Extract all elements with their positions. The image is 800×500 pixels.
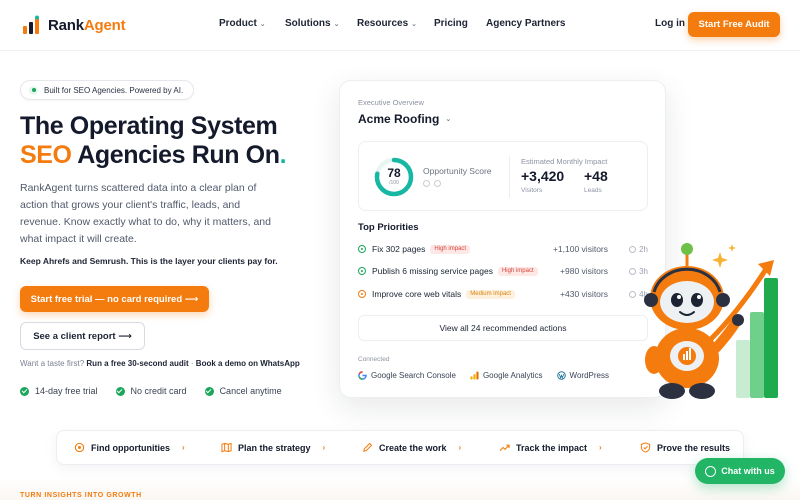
target-icon bbox=[358, 267, 366, 275]
integration-wordpress[interactable]: WordPress bbox=[556, 371, 609, 380]
google-icon bbox=[358, 371, 367, 380]
dashboard-card: Executive Overview Acme Roofing ⌄ 78 /10… bbox=[339, 80, 666, 398]
wordpress-icon bbox=[556, 371, 566, 380]
clock-icon bbox=[629, 245, 637, 253]
chevron-down-icon: ⌄ bbox=[333, 20, 340, 28]
nav-agency-partners[interactable]: Agency Partners bbox=[486, 18, 565, 29]
robot-mascot-illustration bbox=[644, 243, 778, 399]
step-prove-results[interactable]: Prove the results bbox=[640, 442, 730, 453]
impact-label: Estimated Monthly Impact bbox=[521, 157, 608, 166]
priority-item[interactable]: Improve core web vitals Medium impact +4… bbox=[358, 286, 648, 302]
target-icon bbox=[358, 245, 366, 253]
trend-up-icon bbox=[499, 444, 510, 452]
check-circle-icon bbox=[204, 386, 214, 396]
target-icon bbox=[358, 290, 366, 298]
nav-product[interactable]: Product ⌄ bbox=[219, 18, 285, 29]
score-info-icons bbox=[423, 180, 441, 187]
start-free-trial-button[interactable]: Start free trial — no card required ⟶ bbox=[20, 286, 209, 312]
start-free-audit-button[interactable]: Start Free Audit bbox=[688, 12, 780, 37]
score-panel: 78 /100 Opportunity Score Estimated Mont… bbox=[358, 141, 648, 211]
target-icon bbox=[74, 442, 85, 453]
priority-visitors: +1,100 visitors bbox=[552, 244, 608, 254]
chevron-down-icon: ⌄ bbox=[259, 20, 266, 28]
nav-solutions[interactable]: Solutions ⌄ bbox=[285, 18, 357, 29]
taste-links: Want a taste first? Run a free 30-second… bbox=[20, 359, 300, 368]
priority-visitors: +430 visitors bbox=[560, 289, 608, 299]
logo-text: RankAgent bbox=[48, 16, 126, 34]
visitors-value: +3,420 bbox=[521, 168, 565, 184]
dashboard-eyebrow: Executive Overview bbox=[358, 98, 424, 107]
nav-resources[interactable]: Resources ⌄ bbox=[357, 18, 434, 29]
top-nav: RankAgent Product ⌄ Solutions ⌄ Resources ⌄… bbox=[0, 0, 800, 50]
sparkle-icon bbox=[29, 85, 38, 95]
chevron-down-icon: ⌄ bbox=[445, 116, 452, 123]
priority-item[interactable]: Fix 302 pages High impact +1,100 visitor… bbox=[358, 241, 648, 257]
step-track-impact[interactable]: Track the impact › bbox=[499, 442, 602, 453]
visitors-label: Visitors bbox=[521, 187, 543, 194]
trial-benefits: 14-day free trial No credit card Cancel … bbox=[20, 386, 282, 396]
step-find-opportunities[interactable]: Find opportunities › bbox=[74, 442, 185, 453]
free-audit-link[interactable]: Run a free 30-second audit bbox=[86, 359, 188, 368]
analytics-icon bbox=[470, 371, 479, 380]
hero-badge: Built for SEO Agencies. Powered by AI. bbox=[20, 80, 195, 100]
map-icon bbox=[221, 442, 232, 453]
chevron-down-icon: ⌄ bbox=[411, 20, 418, 28]
workflow-steps: Find opportunities › Plan the strategy › C… bbox=[56, 430, 744, 465]
login-link[interactable]: Log in bbox=[655, 18, 685, 29]
benefit-item: 14-day free trial bbox=[20, 386, 98, 396]
integration-analytics[interactable]: Google Analytics bbox=[470, 371, 543, 380]
benefit-item: No credit card bbox=[115, 386, 187, 396]
info-icon[interactable] bbox=[423, 180, 430, 187]
pencil-icon bbox=[363, 442, 373, 452]
shield-check-icon bbox=[640, 442, 651, 453]
step-plan-strategy[interactable]: Plan the strategy › bbox=[221, 442, 325, 453]
clock-icon bbox=[629, 290, 637, 298]
check-circle-icon bbox=[20, 386, 29, 396]
step-create-work[interactable]: Create the work › bbox=[362, 442, 461, 453]
opportunity-score-label: Opportunity Score bbox=[423, 166, 492, 176]
nav-pricing[interactable]: Pricing bbox=[434, 18, 486, 29]
nav-links: Product ⌄ Solutions ⌄ Resources ⌄ Pricing A… bbox=[219, 18, 565, 29]
impact-tag: High impact bbox=[497, 266, 538, 276]
check-circle-icon bbox=[115, 386, 125, 396]
see-client-report-button[interactable]: See a client report ⟶ bbox=[20, 322, 145, 350]
priorities-title: Top Priorities bbox=[358, 222, 419, 233]
book-demo-link[interactable]: Book a demo on WhatsApp bbox=[196, 359, 300, 368]
client-selector[interactable]: Acme Roofing ⌄ bbox=[358, 112, 451, 126]
leads-label: Leads bbox=[584, 187, 602, 194]
hero-headline: The Operating System SEO Agencies Run On… bbox=[20, 112, 287, 169]
logo-chart-icon bbox=[23, 15, 39, 34]
divider bbox=[509, 156, 510, 198]
benefit-item: Cancel anytime bbox=[204, 386, 282, 396]
impact-tag: High impact bbox=[430, 244, 471, 254]
priority-item[interactable]: Publish 6 missing service pages High imp… bbox=[358, 263, 648, 279]
info-icon[interactable] bbox=[434, 180, 441, 187]
integration-search-console[interactable]: Google Search Console bbox=[358, 371, 456, 380]
impact-tag: Medium impact bbox=[466, 289, 515, 299]
chat-with-us-button[interactable]: Chat with us bbox=[695, 458, 785, 484]
opportunity-score-max: /100 bbox=[389, 180, 399, 186]
nav-divider bbox=[0, 50, 800, 51]
hero-description: RankAgent turns scattered data into a cl… bbox=[20, 182, 271, 245]
hero-tagline: Keep Ahrefs and Semrush. This is the lay… bbox=[20, 256, 278, 266]
priority-visitors: +980 visitors bbox=[560, 266, 608, 276]
view-all-actions-button[interactable]: View all 24 recommended actions bbox=[358, 315, 648, 341]
integrations-list: Google Search Console Google Analytics W… bbox=[358, 371, 609, 380]
opportunity-score-value: 78 bbox=[387, 166, 401, 180]
connected-label: Connected bbox=[358, 356, 390, 363]
whatsapp-icon bbox=[705, 465, 717, 477]
leads-value: +48 bbox=[584, 168, 608, 184]
logo[interactable]: RankAgent bbox=[22, 15, 126, 35]
next-section-eyebrow: TURN INSIGHTS INTO GROWTH bbox=[20, 492, 142, 499]
clock-icon bbox=[629, 267, 637, 275]
